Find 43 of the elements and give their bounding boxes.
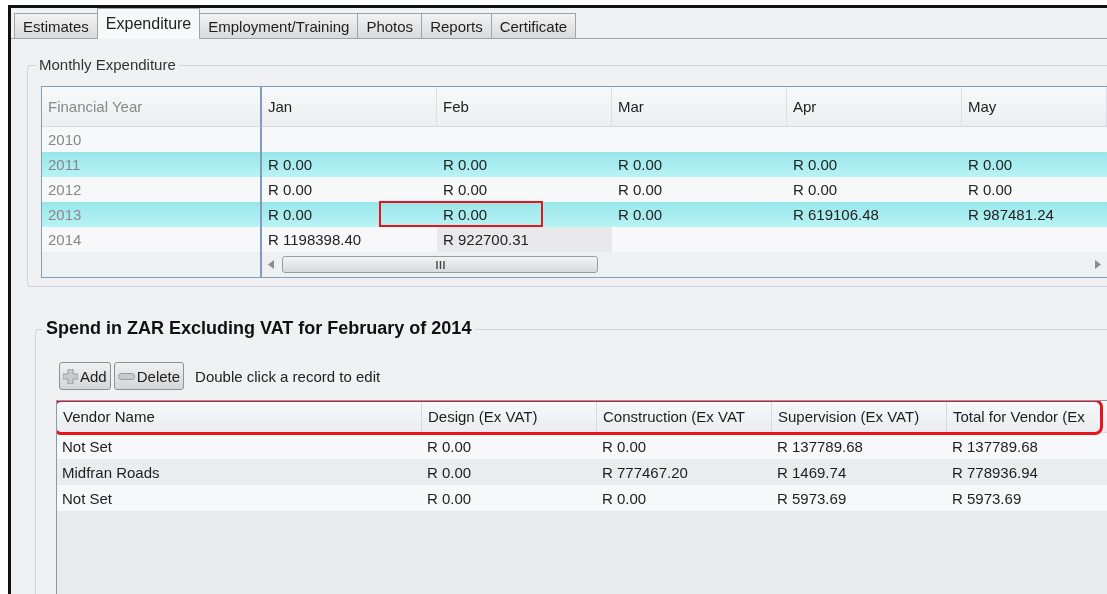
tab[interactable]: Reports [421,13,492,38]
table-cell: R 5973.69 [947,485,1107,511]
hint-text: Double click a record to edit [195,367,381,385]
column-header[interactable]: Construction (Ex VAT [597,401,772,433]
column-header[interactable]: Jan [262,87,437,127]
column-header[interactable]: Feb [437,87,612,127]
column-header[interactable]: Vendor Name [57,401,422,433]
table-cell: R 0.00 [262,202,437,227]
table-cell: R 619106.48 [787,202,962,227]
table-cell: R 0.00 [422,485,597,511]
year-cell: 2013 [42,202,262,227]
table-cell: Not Set [57,433,422,459]
column-header[interactable]: Design (Ex VAT) [422,401,597,433]
add-button[interactable]: Add [59,362,111,390]
section-title: Spend in ZAR Excluding VAT for February of 2014 [42,318,476,339]
table-cell: R 137789.68 [772,433,947,459]
table-cell: R 0.00 [787,152,962,177]
table-cell: R 0.00 [612,202,787,227]
tab[interactable]: Expenditure [96,8,201,39]
table-cell: R 0.00 [597,433,772,459]
table-cell: R 5973.69 [772,485,947,511]
table-cell: R 0.00 [962,152,1107,177]
table-cell: Not Set [57,485,422,511]
tab[interactable]: Photos [357,13,423,38]
group-title: Monthly Expenditure [36,56,179,73]
table-cell: R 922700.31 [437,227,612,252]
table-cell: R 0.00 [262,152,437,177]
column-header[interactable]: May [962,87,1107,127]
column-header[interactable]: Supervision (Ex VAT) [772,401,947,433]
table-cell: R 137789.68 [947,433,1107,459]
tab[interactable]: Certificate [490,13,577,38]
table-cell: R 0.00 [437,152,612,177]
table-cell: R 0.00 [612,152,787,177]
table-cell: R 0.00 [597,485,772,511]
tab[interactable]: Employment/Training [199,13,359,38]
year-cell: 2011 [42,152,262,177]
column-header[interactable]: Apr [787,87,962,127]
table-cell: R 987481.24 [962,202,1107,227]
column-header[interactable]: Mar [612,87,787,127]
table-cell: R 0.00 [422,433,597,459]
delete-button[interactable]: Delete [113,362,185,390]
column-header[interactable]: Total for Vendor (Ex [947,401,1107,433]
tab[interactable]: Estimates [14,13,98,38]
